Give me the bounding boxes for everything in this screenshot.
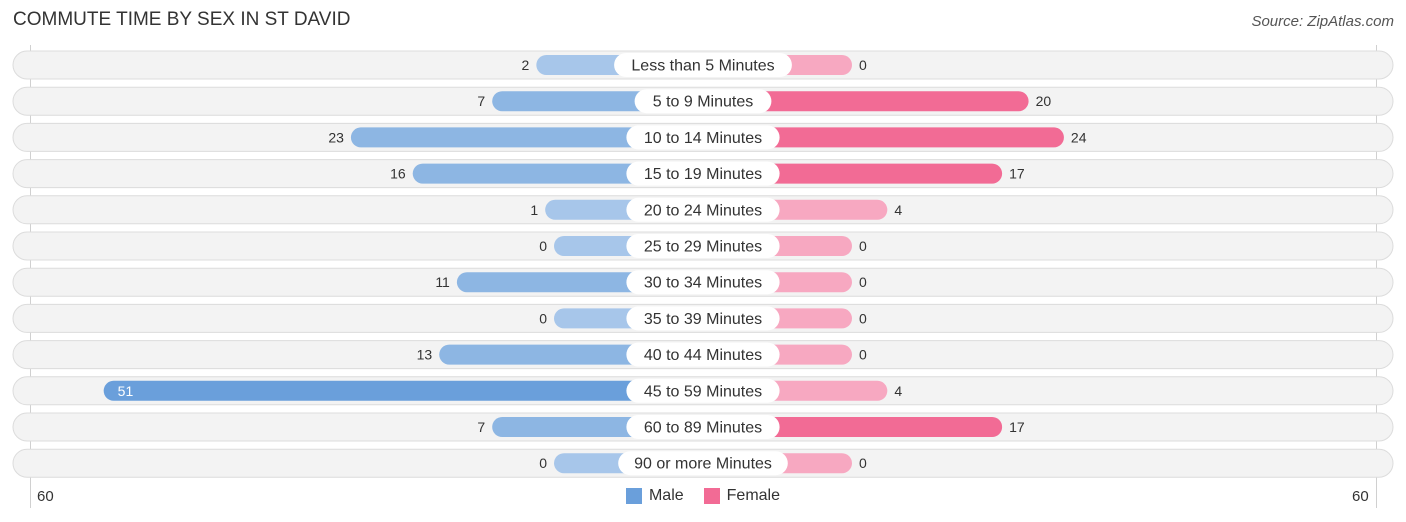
value-label-male: 0 [539,455,547,471]
value-label-male: 0 [539,238,547,254]
value-label-male: 23 [328,129,344,145]
legend-item-male: Male [625,487,684,505]
category-label: 35 to 39 Minutes [644,311,762,328]
bar-male [103,380,704,401]
value-label-male: 7 [477,419,485,435]
category-label: 90 or more Minutes [634,456,772,473]
value-label-female: 0 [859,347,867,363]
value-label-female: 0 [859,238,867,254]
category-label: 60 to 89 Minutes [644,420,762,437]
category-label: 25 to 29 Minutes [644,239,762,256]
category-label: 45 to 59 Minutes [644,383,762,400]
value-label-male: 7 [477,93,485,109]
category-label: 30 to 34 Minutes [644,275,762,292]
value-label-male: 13 [417,347,433,363]
legend-item-female: Female [703,487,781,505]
value-label-male: 11 [435,274,450,290]
value-label-female: 0 [859,455,867,471]
chart-canvas: 2 0Less than 5 Minutes7 205 to 9 Minutes23… [12,45,1394,508]
category-label: 5 to 9 Minutes [653,94,754,111]
category-label: 40 to 44 Minutes [644,347,762,364]
category-label: 15 to 19 Minutes [644,166,762,183]
legend-label-male: Male [648,487,684,504]
legend-label-female: Female [726,487,781,504]
category-label: Less than 5 Minutes [631,58,774,75]
value-label-female: 20 [1036,93,1052,109]
value-label-male: 16 [390,166,406,182]
value-label-female: 4 [894,202,902,218]
value-label-male: 2 [522,57,530,73]
value-label-female: 17 [1009,166,1025,182]
value-label-male: 51 [118,383,134,399]
category-label: 10 to 14 Minutes [644,130,762,147]
value-label-male: 1 [530,202,538,218]
value-label-female: 4 [894,383,902,399]
value-label-female: 0 [859,274,867,290]
value-label-male: 0 [539,310,547,326]
value-label-female: 0 [859,310,867,326]
value-label-female: 0 [859,57,867,73]
category-label: 20 to 24 Minutes [644,202,762,219]
legend-swatch-female [703,488,720,504]
legend-swatch-male [625,488,642,504]
legend: Male Female [0,487,1406,505]
value-label-female: 17 [1009,419,1025,435]
value-label-female: 24 [1071,129,1087,145]
